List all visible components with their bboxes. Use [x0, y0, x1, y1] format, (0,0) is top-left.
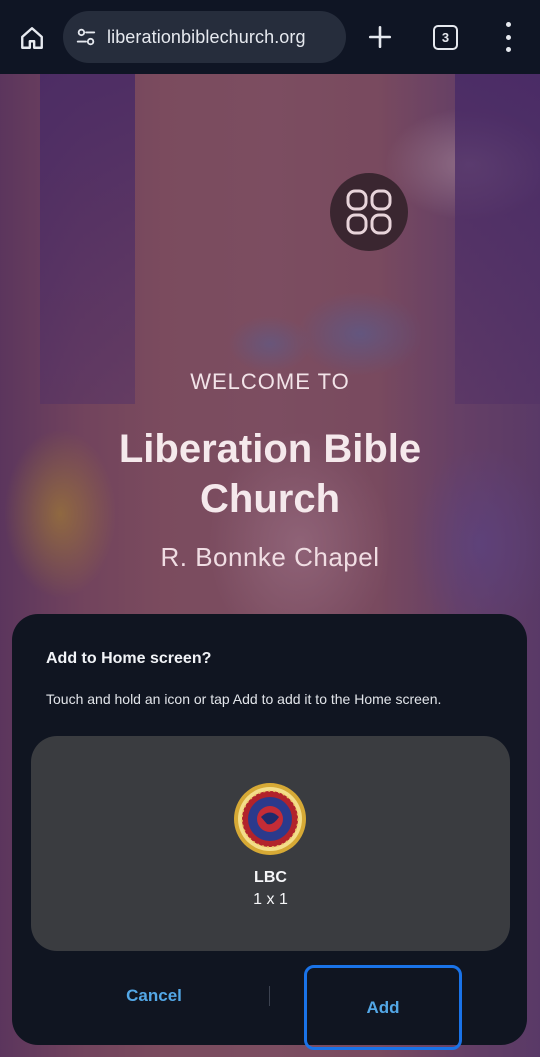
add-button[interactable]: Add: [304, 965, 462, 1050]
tab-count: 3: [441, 30, 450, 45]
grid-logo-icon[interactable]: [330, 173, 408, 251]
church-name-line-2: Church: [200, 477, 340, 521]
church-name-line-1: Liberation Bible: [118, 427, 422, 471]
app-name-label: LBC: [254, 869, 287, 886]
address-bar[interactable]: liberationbiblechurch.org: [63, 11, 346, 63]
new-tab-button[interactable]: [364, 20, 396, 54]
dialog-title: Add to Home screen?: [46, 650, 212, 667]
app-size-label: 1 x 1: [253, 891, 288, 908]
plus-icon: [368, 25, 392, 49]
add-to-home-dialog: Add to Home screen? Touch and hold an ic…: [12, 614, 527, 1050]
add-button-label: Add: [366, 997, 400, 1017]
home-icon: [21, 27, 43, 49]
tune-icon[interactable]: [75, 26, 97, 48]
dialog-message: Touch and hold an icon or tap Add to add…: [46, 691, 442, 707]
shortcut-preview[interactable]: LBC 1 x 1: [31, 736, 510, 951]
home-button[interactable]: [14, 20, 50, 56]
chapel-subtitle: R. Bonnke Chapel: [160, 542, 380, 572]
tab-switcher-button[interactable]: 3: [433, 25, 458, 50]
button-divider: [269, 986, 270, 1006]
welcome-text: WELCOME TO: [190, 369, 350, 394]
url-text[interactable]: liberationbiblechurch.org: [107, 27, 306, 48]
more-vert-icon[interactable]: [498, 22, 518, 52]
church-badge-icon[interactable]: [233, 782, 307, 856]
browser-toolbar: liberationbiblechurch.org 3: [0, 0, 540, 74]
church-name-heading: Liberation Bible Church: [0, 424, 540, 524]
cancel-button[interactable]: Cancel: [84, 976, 224, 1016]
